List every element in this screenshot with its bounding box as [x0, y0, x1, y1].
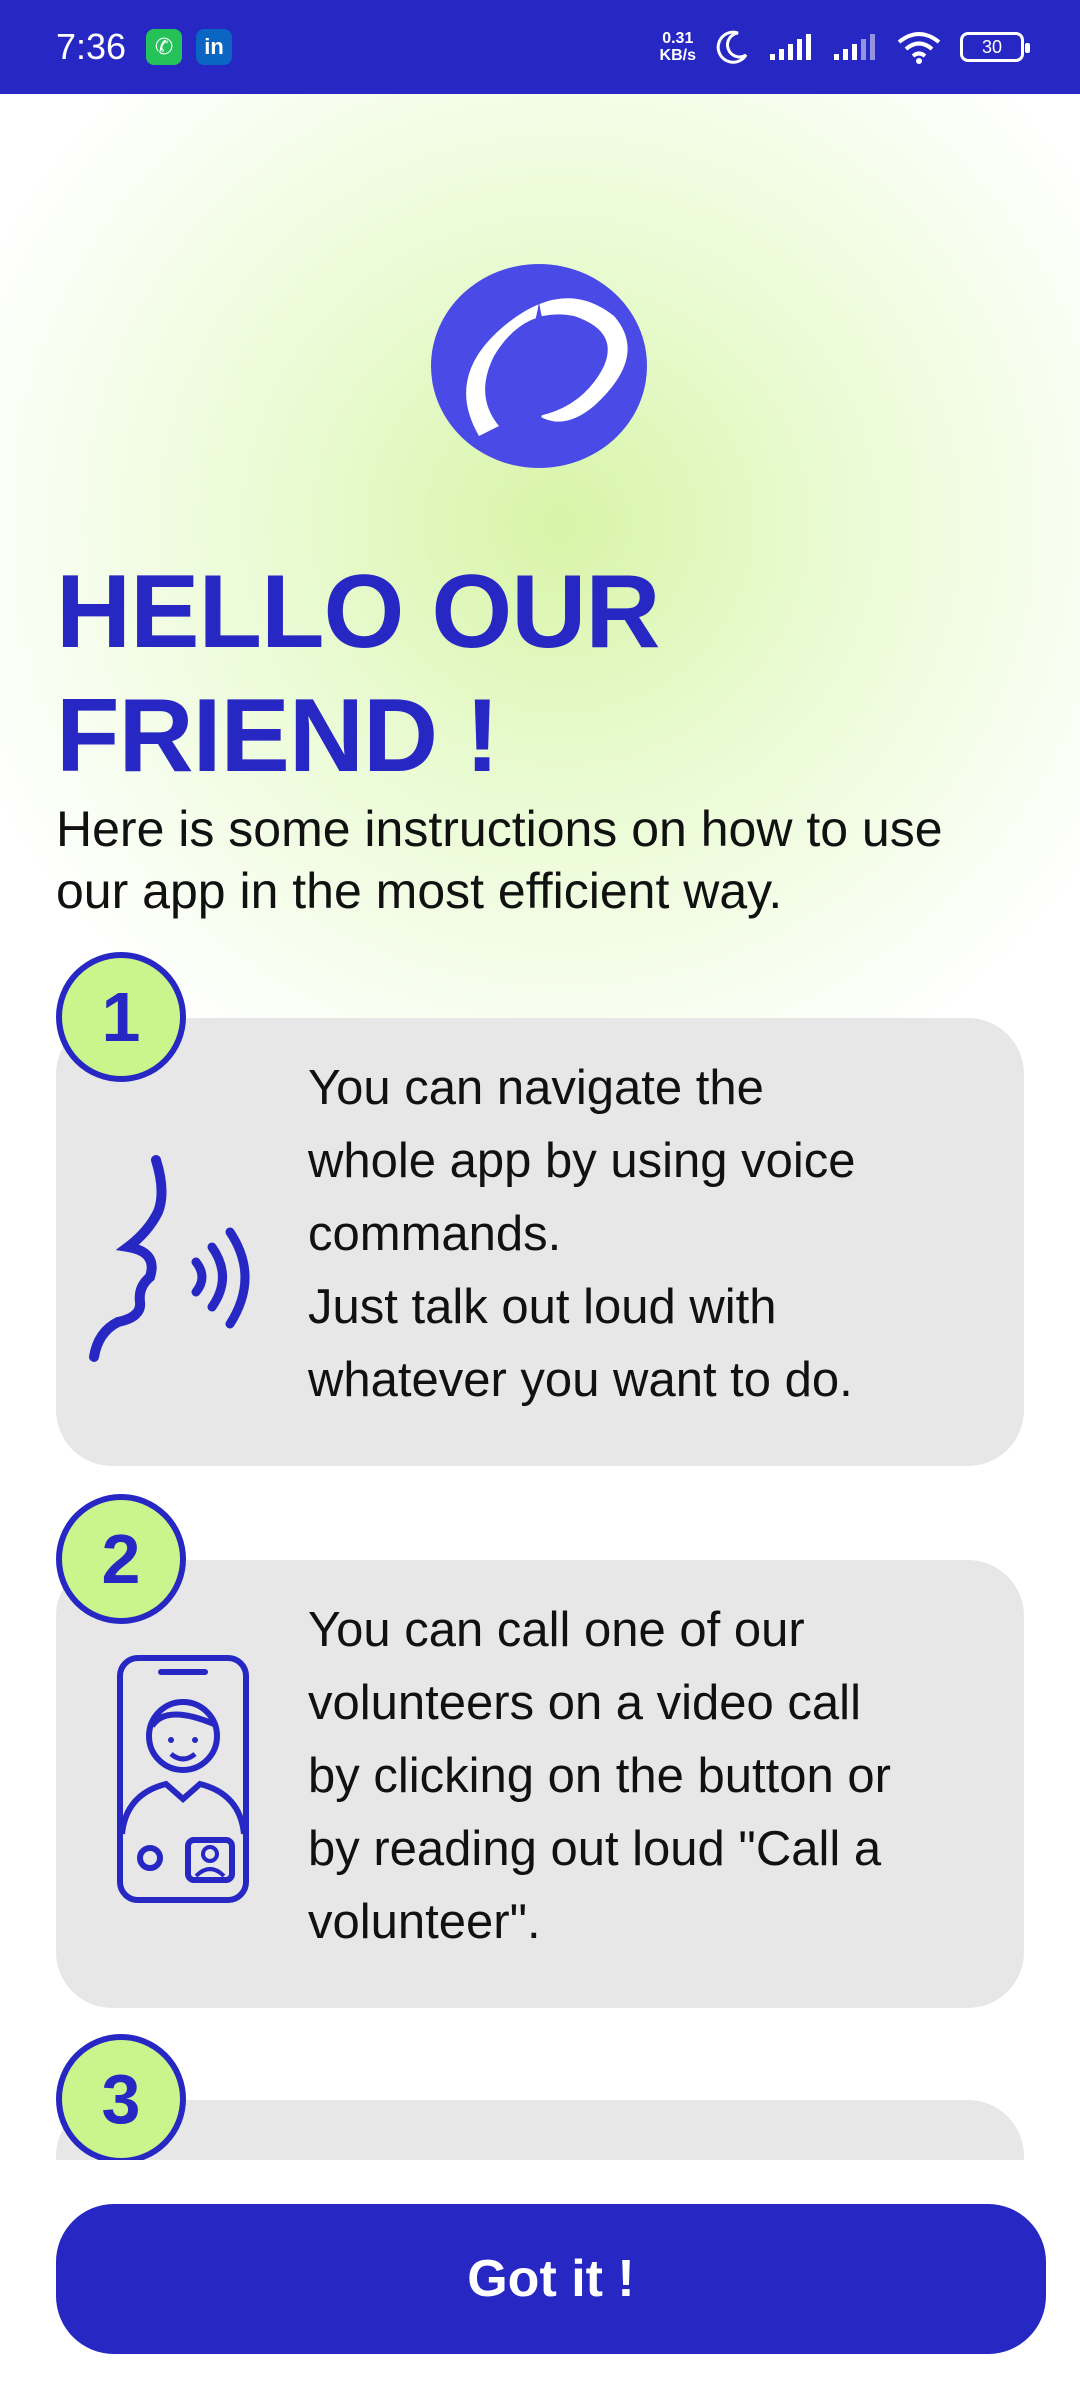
- signal-icon: [770, 34, 811, 60]
- page-title: HELLO OUR FRIEND !: [56, 554, 660, 794]
- step-description: You can navigate the whole app by using …: [308, 1061, 856, 1407]
- wifi-icon: [897, 32, 941, 64]
- whatsapp-icon: ✆: [146, 29, 183, 65]
- video-call-icon: [117, 1655, 249, 1903]
- step-2: 2 You can call one of our volunteers on …: [56, 1494, 1024, 2014]
- signal-icon: [834, 34, 875, 60]
- status-time: 7:36: [56, 26, 127, 67]
- step-card: [56, 2100, 1024, 2160]
- step-number-badge: 2: [56, 1494, 186, 1624]
- got-it-button[interactable]: Got it !: [56, 2204, 1046, 2354]
- step-1: 1 You can navigate the whole app by usin…: [56, 952, 1024, 1472]
- status-bar: 7:36 ✆ in 0.31 KB/s 30: [0, 0, 1080, 94]
- app-logo-icon: [431, 264, 647, 468]
- voice-command-icon: [89, 1155, 250, 1362]
- linkedin-icon: in: [196, 29, 233, 65]
- intro-text: Here is some instructions on how to use …: [56, 801, 943, 919]
- moon-icon: [716, 30, 748, 64]
- onboarding-content[interactable]: HELLO OUR FRIEND ! Here is some instruct…: [0, 94, 1080, 2160]
- step-description: You can call one of our volunteers on a …: [308, 1603, 891, 1949]
- step-number-badge: 1: [56, 952, 186, 1082]
- step-number-badge: 3: [56, 2034, 186, 2160]
- step-3: 3: [56, 2034, 1024, 2160]
- battery-icon: 30: [960, 32, 1030, 62]
- network-speed: 0.31 KB/s: [659, 30, 696, 64]
